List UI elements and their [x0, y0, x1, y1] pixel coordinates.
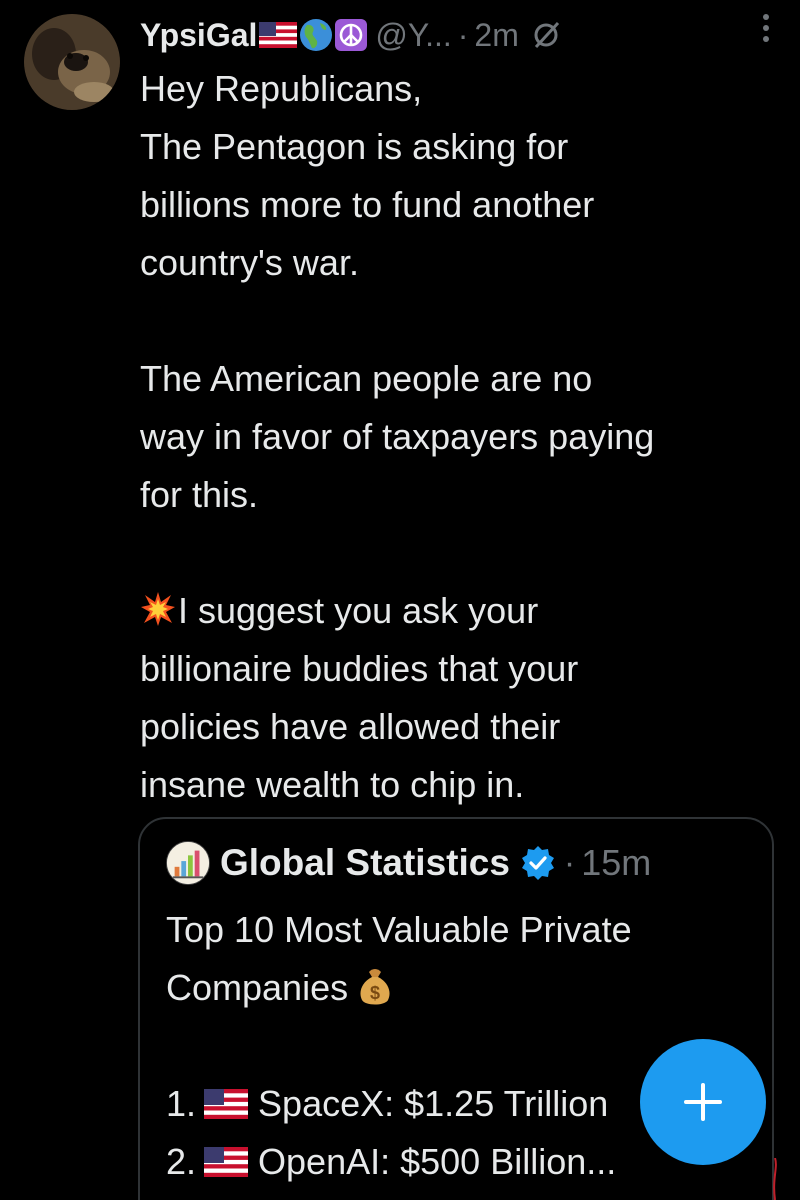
quoted-title-text: Companies — [166, 967, 349, 1008]
globe-americas-icon — [300, 19, 333, 51]
collision-icon — [141, 592, 175, 626]
tweet-paragraph-text: I suggest you ask your billionaire buddi… — [140, 590, 579, 805]
list-number: 1. — [166, 1083, 197, 1124]
tweet-timestamp[interactable]: 2m — [474, 17, 518, 54]
quoted-timestamp: 15m — [581, 842, 652, 883]
tweet-header: YpsiGal @Y... · 2m — [140, 10, 780, 60]
quoted-header-separator: · — [563, 843, 576, 882]
more-vertical-icon[interactable] — [756, 10, 776, 46]
list-item-text: SpaceX: $1.25 Trillion — [258, 1083, 609, 1124]
tweet-paragraph: The American people are no way in favor … — [140, 358, 655, 515]
quoted-tweet-header: Global Statistics · 15m — [166, 841, 651, 885]
us-flag-icon — [204, 1147, 249, 1177]
plus-icon — [684, 1083, 722, 1121]
peace-symbol-icon — [335, 19, 368, 51]
tweet-screen: YpsiGal @Y... · 2m Hey Republicans, The … — [0, 0, 800, 1200]
verified-badge-icon — [521, 846, 554, 880]
svg-text:$: $ — [370, 983, 380, 1003]
money-bag-icon: $ — [360, 969, 390, 1005]
no-signal-icon — [534, 21, 559, 49]
tweet-paragraph: I suggest you ask your billionaire buddi… — [140, 582, 780, 814]
quoted-author-avatar — [166, 841, 210, 885]
name-emojis — [259, 18, 368, 52]
header-separator: · — [457, 16, 469, 53]
author-avatar[interactable] — [24, 14, 120, 110]
list-number: 2. — [166, 1141, 197, 1182]
quoted-title-line: Top 10 Most Valuable Private — [166, 909, 632, 950]
tweet-body: Hey Republicans, The Pentagon is asking … — [140, 60, 780, 814]
us-flag-icon — [204, 1089, 249, 1119]
author-handle[interactable]: @Y... — [375, 17, 451, 54]
quoted-author-name[interactable]: Global Statistics — [220, 842, 510, 884]
author-display-name[interactable]: YpsiGal — [140, 17, 257, 54]
scroll-edge-mark — [773, 1158, 777, 1200]
quoted-title-line-2: Companies $ — [166, 959, 766, 1017]
list-item-text: OpenAI: $500 Billion... — [258, 1141, 617, 1182]
compose-fab-button[interactable] — [640, 1039, 766, 1165]
us-flag-icon — [259, 22, 298, 48]
tweet-paragraph: Hey Republicans, The Pentagon is asking … — [140, 68, 595, 283]
